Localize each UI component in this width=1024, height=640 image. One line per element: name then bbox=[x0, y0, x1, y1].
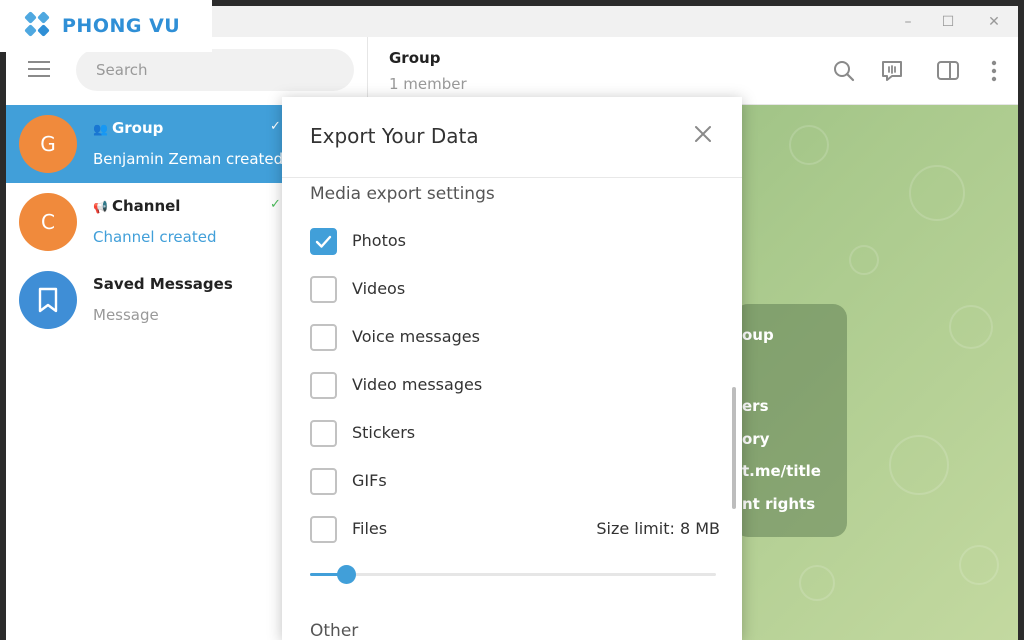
minimize-button[interactable]: – bbox=[896, 10, 920, 34]
menu-icon[interactable] bbox=[28, 61, 50, 77]
option-label: GIFs bbox=[352, 471, 387, 490]
chat-preview: Benjamin Zeman created bbox=[93, 150, 284, 168]
phong-vu-logo: PHONG VU bbox=[0, 0, 212, 52]
logo-mark-icon bbox=[22, 9, 56, 43]
size-limit-label: Size limit: 8 MB bbox=[596, 519, 720, 538]
size-limit-slider[interactable] bbox=[310, 565, 716, 584]
info-card-line: ory bbox=[742, 430, 770, 448]
checkbox[interactable] bbox=[310, 324, 337, 351]
info-card-line: ers bbox=[742, 397, 769, 415]
checkbox[interactable] bbox=[310, 420, 337, 447]
option-label: Voice messages bbox=[352, 327, 480, 346]
option-photos[interactable]: Photos bbox=[310, 228, 720, 256]
sidebar-toggle-icon[interactable] bbox=[935, 58, 961, 84]
megaphone-icon: 📢 bbox=[93, 200, 108, 214]
option-videos[interactable]: Videos bbox=[310, 276, 720, 304]
pattern-doodle bbox=[849, 245, 879, 275]
option-files[interactable]: Files Size limit: 8 MB bbox=[310, 516, 720, 544]
option-label: Videos bbox=[352, 279, 406, 298]
avatar: G bbox=[19, 115, 77, 173]
checkbox[interactable] bbox=[310, 516, 337, 543]
export-data-dialog: Export Your Data Media export settings P… bbox=[282, 97, 742, 640]
info-card-line: t.me/title bbox=[742, 462, 821, 480]
more-options-icon[interactable] bbox=[981, 58, 1007, 84]
close-window-button[interactable]: ✕ bbox=[982, 10, 1006, 34]
chat-header: Group 1 member bbox=[369, 37, 1018, 105]
logo-text: PHONG VU bbox=[62, 15, 181, 37]
option-voice-messages[interactable]: Voice messages bbox=[310, 324, 720, 352]
member-count: 1 member bbox=[389, 75, 467, 93]
section-title: Media export settings bbox=[310, 184, 495, 204]
search-icon[interactable] bbox=[831, 58, 857, 84]
option-label: Files bbox=[352, 519, 388, 538]
chat-name: 👥 Group bbox=[93, 119, 164, 137]
video-chat-icon[interactable] bbox=[879, 58, 905, 84]
checkbox[interactable] bbox=[310, 468, 337, 495]
chat-name: Saved Messages bbox=[93, 275, 233, 293]
slider-handle[interactable] bbox=[336, 565, 356, 584]
option-stickers[interactable]: Stickers bbox=[310, 420, 720, 448]
pattern-doodle bbox=[789, 125, 829, 165]
pattern-doodle bbox=[949, 305, 993, 349]
chat-title[interactable]: Group bbox=[389, 49, 440, 67]
pattern-doodle bbox=[959, 545, 999, 585]
dialog-title: Export Your Data bbox=[310, 124, 479, 148]
bookmark-icon bbox=[19, 271, 77, 329]
option-label: Photos bbox=[352, 231, 406, 250]
search-input[interactable]: Search bbox=[76, 49, 354, 91]
info-card-line: nt rights bbox=[742, 495, 816, 513]
dialog-scrollbar[interactable] bbox=[732, 387, 736, 509]
option-video-messages[interactable]: Video messages bbox=[310, 372, 720, 400]
divider bbox=[282, 177, 742, 178]
close-icon[interactable] bbox=[692, 123, 714, 145]
pattern-doodle bbox=[799, 565, 835, 601]
checkbox[interactable] bbox=[310, 372, 337, 399]
section-title-other: Other bbox=[310, 621, 359, 640]
chat-name: 📢 Channel bbox=[93, 197, 181, 215]
group-icon: 👥 bbox=[93, 122, 108, 136]
option-label: Stickers bbox=[352, 423, 416, 442]
chat-preview: Message bbox=[93, 306, 159, 324]
group-info-card: oup ers ory t.me/title nt rights bbox=[734, 304, 847, 537]
info-card-line: oup bbox=[742, 326, 774, 344]
maximize-button[interactable]: ☐ bbox=[936, 10, 960, 34]
pattern-doodle bbox=[889, 435, 949, 495]
option-label: Video messages bbox=[352, 375, 483, 394]
pattern-doodle bbox=[909, 165, 965, 221]
avatar: C bbox=[19, 193, 77, 251]
chat-preview: Channel created bbox=[93, 228, 217, 246]
checkbox[interactable] bbox=[310, 276, 337, 303]
option-gifs[interactable]: GIFs bbox=[310, 468, 720, 496]
checkbox-checked[interactable] bbox=[310, 228, 337, 255]
